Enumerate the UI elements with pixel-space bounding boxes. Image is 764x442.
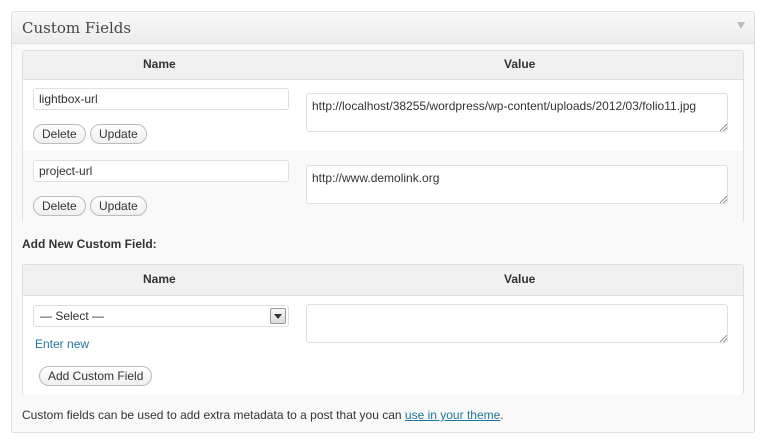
- metabox-title: Custom Fields: [22, 19, 132, 37]
- resize-grip-icon[interactable]: [720, 196, 727, 203]
- resize-grip-icon[interactable]: [720, 124, 727, 131]
- field-key-input[interactable]: project-url: [33, 160, 289, 182]
- add-new-heading: Add New Custom Field:: [22, 237, 157, 251]
- delete-button[interactable]: Delete: [33, 124, 86, 144]
- table-row: — Select — Enter new Add Custom Field: [23, 296, 743, 395]
- footer-note: Custom fields can be used to add extra m…: [22, 408, 504, 422]
- update-button[interactable]: Update: [90, 124, 147, 144]
- add-custom-field-button[interactable]: Add Custom Field: [39, 366, 153, 386]
- enter-new-link[interactable]: Enter new: [35, 337, 89, 351]
- field-key-input[interactable]: lightbox-url: [33, 88, 289, 110]
- existing-fields-table: Name Value lightbox-url http://localhost…: [22, 50, 744, 223]
- select-value: — Select —: [40, 309, 105, 323]
- metabox-header[interactable]: Custom Fields: [12, 12, 754, 44]
- table-header: Name Value: [23, 265, 743, 296]
- chevron-down-icon[interactable]: [270, 308, 286, 324]
- column-header-name: Name: [143, 272, 176, 286]
- table-row: project-url http://www.demolink.org Dele…: [23, 151, 743, 223]
- update-button[interactable]: Update: [90, 196, 147, 216]
- column-header-value: Value: [504, 272, 536, 286]
- column-header-value: Value: [504, 57, 536, 71]
- collapse-toggle-icon[interactable]: [737, 22, 745, 29]
- new-value-textarea[interactable]: [306, 304, 728, 343]
- field-value-textarea[interactable]: http://localhost/38255/wordpress/wp-cont…: [306, 93, 728, 132]
- table-header: Name Value: [23, 51, 743, 80]
- resize-grip-icon[interactable]: [720, 335, 727, 342]
- column-header-name: Name: [143, 57, 176, 71]
- field-value-textarea[interactable]: http://www.demolink.org: [306, 165, 728, 204]
- table-row: lightbox-url http://localhost/38255/word…: [23, 80, 743, 151]
- add-new-field-table: Name Value — Select — Enter new Add Cust…: [22, 264, 744, 395]
- custom-fields-metabox: Custom Fields Name Value lightbox-url ht…: [11, 11, 755, 433]
- use-in-theme-link[interactable]: use in your theme: [405, 408, 500, 422]
- key-select[interactable]: — Select —: [33, 305, 289, 327]
- note-suffix: .: [500, 408, 504, 422]
- note-text: Custom fields can be used to add extra m…: [22, 408, 405, 422]
- delete-button[interactable]: Delete: [33, 196, 86, 216]
